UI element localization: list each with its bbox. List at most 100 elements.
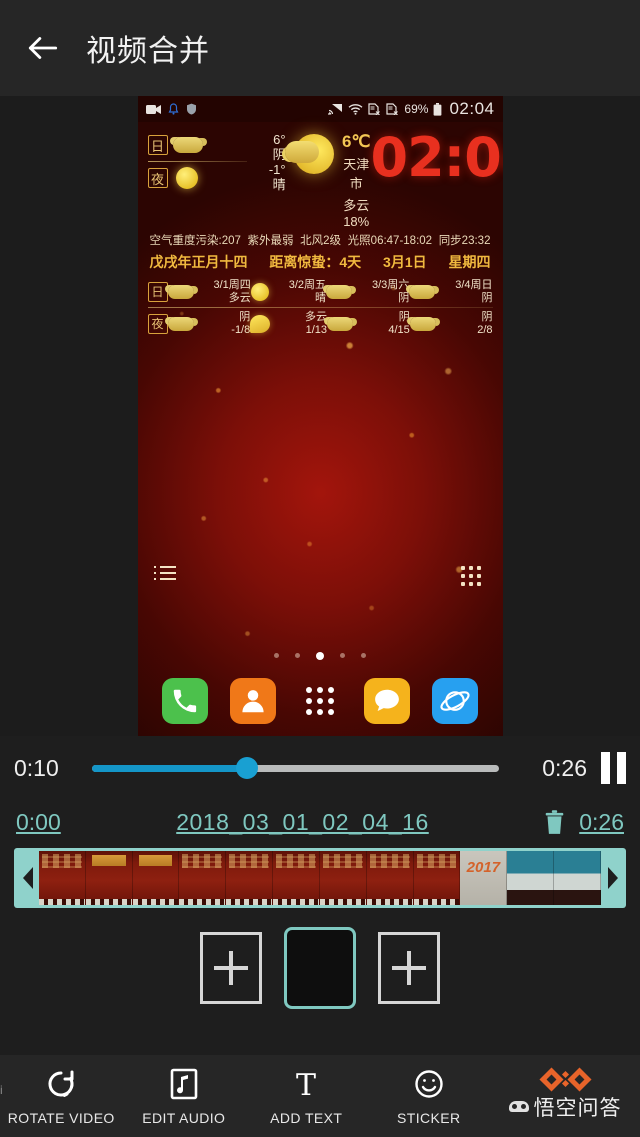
shield-icon	[186, 103, 197, 115]
seek-thumb[interactable]	[235, 757, 258, 779]
film-frame	[179, 851, 227, 905]
forecast-block: 日 3/1周四 多云 3/2周五晴 3/3周六阴 3/4周日阴 夜 阴 -1/8 多…	[147, 276, 493, 339]
cloud-icon	[167, 316, 194, 331]
film-frame	[226, 851, 274, 905]
calendar-date: 3月1日	[383, 254, 427, 270]
weekday: 星期四	[448, 254, 491, 270]
clip-start-time[interactable]: 0:00	[16, 809, 61, 836]
rotate-video-label: ROTATE VIDEO	[7, 1109, 115, 1126]
forecast-night-row: 夜 阴 -1/8 多云 1/13 阴 4/15 阴 2/8	[147, 308, 493, 339]
battery-icon	[433, 102, 442, 116]
delete-clip-button[interactable]	[544, 809, 565, 835]
main-weather-icon	[284, 130, 342, 174]
forecast-date: 3/3周六	[371, 278, 410, 291]
rotate-icon	[45, 1067, 77, 1101]
trim-handle-left[interactable]	[17, 865, 39, 891]
clip-list	[0, 908, 640, 1028]
video-canvas: 69% 02:04 日 夜 6° 阴 -1° 晴 6℃ 天津市 多云 18% 0…	[137, 96, 503, 736]
pause-button[interactable]	[601, 752, 626, 784]
film-frame	[366, 851, 414, 905]
page-dot	[361, 653, 366, 658]
forecast-cond: 阴	[398, 291, 410, 304]
page-dot	[340, 653, 345, 658]
forecast-temps: -1/8	[231, 323, 251, 336]
phone-icon	[162, 678, 209, 724]
text-t-icon: T	[291, 1067, 321, 1101]
forecast-temps: 2/8	[477, 323, 493, 336]
clip-thumbnail-selected[interactable]	[284, 927, 356, 1009]
total-time-label: 0:26	[542, 754, 587, 781]
moon-cloud-icon	[284, 134, 334, 174]
smiley-icon	[414, 1067, 444, 1101]
air-quality: 空气重度污染:207	[149, 235, 241, 247]
widget-clock: 02:04	[370, 126, 503, 189]
film-frame	[413, 851, 461, 905]
film-frame	[507, 851, 555, 905]
timeline-header: 0:00 2018_03_01_02_04_16 0:26	[0, 800, 640, 844]
sim2-disabled-icon	[386, 103, 399, 115]
filmstrip-frames: 2017	[39, 851, 601, 905]
cloud-icon	[327, 316, 353, 331]
sun-icon	[250, 282, 269, 301]
page-dot	[274, 653, 279, 658]
video-preview[interactable]: 69% 02:04 日 夜 6° 阴 -1° 晴 6℃ 天津市 多云 18% 0…	[0, 96, 640, 736]
messages-icon	[364, 678, 411, 724]
cloud-icon	[409, 284, 436, 299]
plus-icon	[214, 951, 248, 985]
page-indicator	[138, 651, 503, 660]
clip-filename: 2018_03_01_02_04_16	[176, 808, 429, 835]
forecast-day-row: 日 3/1周四 多云 3/2周五晴 3/3周六阴 3/4周日阴	[147, 276, 493, 307]
bell-icon	[168, 103, 179, 115]
add-clip-after-button[interactable]	[378, 932, 440, 1004]
weather-widget: 日 夜 6° 阴 -1° 晴 6℃ 天津市 多云 18% 02:0 空气重度污染…	[138, 122, 503, 272]
wifi-icon	[348, 103, 363, 115]
edit-audio-label: EDIT AUDIO	[142, 1109, 226, 1126]
divider	[147, 161, 248, 162]
wukong-cloud-icon	[508, 1101, 529, 1112]
battery-percent: 69%	[404, 102, 429, 116]
app-header: 视频合并	[0, 0, 640, 96]
forecast-night-cond: 多云	[305, 310, 327, 323]
app-grid-icon	[460, 566, 481, 586]
trim-handle-right[interactable]	[601, 865, 623, 891]
forecast-date: 3/1周四	[213, 278, 251, 291]
day-cond: 阴	[272, 147, 286, 162]
filmstrip[interactable]: 2017	[14, 848, 626, 908]
camcorder-icon	[145, 104, 161, 115]
uv-index: 紫外最弱	[247, 235, 294, 247]
forecast-night-cond: 阴	[239, 310, 251, 323]
home-shortcuts	[138, 566, 503, 586]
rotate-video-button[interactable]: ROTATE VIDEO	[0, 1067, 123, 1126]
sun-icon	[175, 167, 198, 189]
page-title: 视频合并	[86, 35, 210, 68]
back-button[interactable]	[0, 0, 86, 96]
bottom-toolbar: i ROTATE VIDEO EDIT AUDIO T ADD TEXT STI…	[0, 1055, 640, 1137]
film-frame: 2017	[460, 851, 508, 905]
edit-audio-button[interactable]: EDIT AUDIO	[123, 1067, 246, 1126]
forecast-night-cond: 阴	[481, 310, 493, 323]
seek-slider[interactable]	[92, 757, 499, 779]
svg-text:T: T	[296, 1068, 316, 1100]
forecast-temps: 1/13	[305, 323, 327, 336]
film-frame	[319, 851, 367, 905]
edge-artifact: i	[0, 1083, 3, 1097]
cloud-icon	[409, 316, 436, 331]
app-drawer-icon[interactable]	[297, 678, 343, 724]
wind-info: 北风2级	[300, 235, 342, 247]
contacts-icon	[229, 678, 276, 724]
moon-icon	[250, 314, 271, 333]
film-frame	[85, 851, 133, 905]
add-text-button[interactable]: T ADD TEXT	[245, 1067, 368, 1126]
triangle-left-icon	[22, 867, 33, 889]
list-icon	[153, 566, 176, 586]
clip-end-time[interactable]: 0:26	[579, 809, 624, 836]
playback-controls: 0:10 0:26	[0, 736, 640, 800]
sticker-button[interactable]: STICKER	[368, 1067, 491, 1126]
add-text-label: ADD TEXT	[270, 1109, 343, 1126]
sim1-disabled-icon	[368, 103, 381, 115]
music-note-icon	[170, 1067, 198, 1101]
day-badge: 日	[147, 135, 168, 155]
add-clip-before-button[interactable]	[200, 932, 262, 1004]
current-condition: 多云 18%	[343, 198, 370, 229]
plus-icon	[392, 951, 426, 985]
